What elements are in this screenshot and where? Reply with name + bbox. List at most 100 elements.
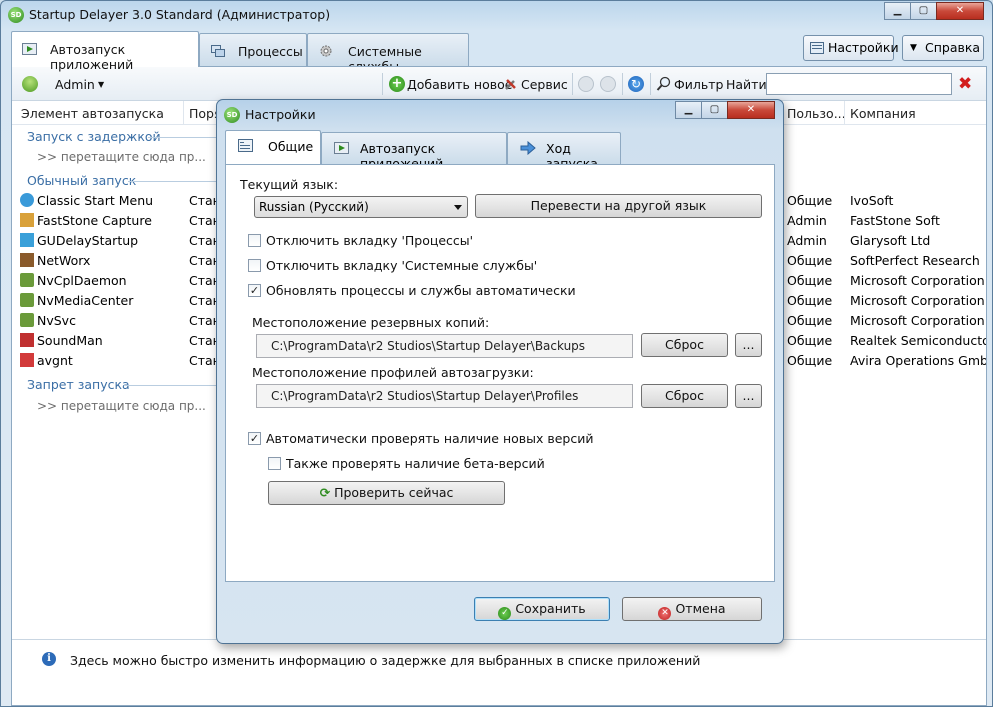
drop-hint-delayed: >> перетащите сюда пр... [37, 150, 206, 164]
info-icon: i [42, 652, 56, 666]
tab-autostart[interactable]: Автозапуск приложений [11, 31, 199, 72]
arrow-right-icon [520, 140, 536, 156]
add-icon: + [389, 76, 405, 92]
item-company: IvoSoft [850, 193, 894, 208]
language-select[interactable]: Russian (Русский) [254, 196, 468, 218]
item-company: FastStone Soft [850, 213, 940, 228]
translate-button[interactable]: Перевести на другой язык [475, 194, 762, 218]
dialog-tab-progress[interactable]: Ход запуска [507, 132, 621, 171]
profiles-path-field[interactable]: C:\ProgramData\r2 Studios\Startup Delaye… [256, 384, 633, 408]
auto-update-checkbox[interactable]: ✓ [248, 284, 261, 297]
toolbar: Admin ▼ + Добавить новое Сервис ↻ Фильтр… [12, 67, 986, 101]
gears-icon [318, 44, 334, 58]
item-user: Общие [787, 253, 833, 268]
item-user: Общие [787, 333, 833, 348]
app-icon [20, 253, 34, 267]
add-new-button[interactable]: Добавить новое [407, 77, 512, 92]
item-company: Microsoft Corporation [850, 293, 985, 308]
cancel-icon: ✕ [658, 607, 672, 620]
item-company: SoftPerfect Research [850, 253, 980, 268]
tab-processes[interactable]: Процессы [199, 33, 307, 67]
settings-button[interactable]: Настройки [803, 35, 899, 61]
check-beta-label: Также проверять наличие бета-версий [286, 456, 545, 471]
play-icon[interactable] [578, 76, 594, 92]
app-icon [20, 233, 34, 247]
check-updates-label: Автоматически проверять наличие новых ве… [266, 431, 594, 446]
col-company[interactable]: Компания [850, 106, 916, 121]
disable-services-label: Отключить вкладку 'Системные службы' [266, 258, 538, 273]
magnifier-icon [656, 76, 672, 92]
refresh-icon: ⟳ [319, 485, 331, 500]
disable-processes-label: Отключить вкладку 'Процессы' [266, 233, 474, 248]
disable-processes-checkbox[interactable] [248, 234, 261, 247]
app-logo-icon: SD [8, 7, 24, 23]
disable-services-checkbox[interactable] [248, 259, 261, 272]
profiles-browse-button[interactable]: ... [735, 384, 762, 408]
minimize-button[interactable]: ▁ [884, 2, 911, 20]
cancel-button[interactable]: ✕ Отмена [622, 597, 762, 621]
help-label: Справка [925, 40, 981, 55]
item-user: Общие [787, 313, 833, 328]
app-icon [20, 353, 34, 367]
item-company: Avira Operations GmbH [850, 353, 986, 368]
item-company: Microsoft Corporation [850, 273, 985, 288]
app-icon [20, 193, 34, 207]
check-now-label: Проверить сейчас [334, 485, 454, 500]
backup-label: Местоположение резервных копий: [252, 315, 490, 330]
item-user: Общие [787, 293, 833, 308]
status-panel: i Здесь можно быстро изменить информацию… [12, 639, 986, 705]
window-title: Startup Delayer 3.0 Standard (Администра… [29, 7, 331, 22]
dialog-maximize-button[interactable]: ▢ [701, 101, 728, 119]
user-caret-icon: ▼ [98, 80, 105, 89]
stop-icon[interactable] [600, 76, 616, 92]
service-button[interactable]: Сервис [521, 77, 568, 92]
dialog-close-button[interactable]: ✕ [727, 101, 775, 119]
item-name: NetWorx [37, 253, 91, 268]
clear-search-icon[interactable]: ✖ [958, 74, 972, 94]
check-now-button[interactable]: ⟳ Проверить сейчас [268, 481, 505, 505]
app-icon [20, 333, 34, 347]
dialog-logo-icon: SD [224, 107, 240, 123]
dialog-minimize-button[interactable]: ▁ [675, 101, 702, 119]
title-bar[interactable]: SD Startup Delayer 3.0 Standard (Админис… [1, 1, 992, 29]
backup-browse-button[interactable]: ... [735, 333, 762, 357]
item-name: FastStone Capture [37, 213, 152, 228]
user-selector[interactable]: Admin [55, 77, 95, 92]
item-name: NvSvc [37, 313, 76, 328]
refresh-icon[interactable]: ↻ [628, 76, 644, 92]
toolbar-separator [382, 73, 383, 95]
item-user: Общие [787, 273, 833, 288]
backup-path-field[interactable]: C:\ProgramData\r2 Studios\Startup Delaye… [256, 334, 633, 358]
find-input[interactable] [766, 73, 952, 95]
dialog-tab-general[interactable]: Общие [225, 130, 321, 164]
maximize-button[interactable]: ▢ [910, 2, 937, 20]
check-beta-checkbox[interactable] [268, 457, 281, 470]
profiles-reset-button[interactable]: Сброс [641, 384, 728, 408]
item-name: GUDelayStartup [37, 233, 139, 248]
save-button[interactable]: ✓ Сохранить [474, 597, 610, 621]
dropdown-arrow-icon: ▼ [910, 43, 917, 53]
tab-services[interactable]: Системные службы [307, 33, 469, 74]
app-icon [20, 213, 34, 227]
col-element[interactable]: Элемент автозапуска [21, 106, 164, 121]
dialog-title: Настройки [245, 107, 316, 122]
check-updates-checkbox[interactable]: ✓ [248, 432, 261, 445]
window-settings-icon [810, 42, 824, 54]
col-user[interactable]: Пользо... [787, 106, 846, 121]
group-delayed[interactable]: Запуск с задержкой [27, 129, 161, 144]
general-settings-panel: Текущий язык: Russian (Русский) Перевест… [225, 164, 775, 582]
toolbar-separator [622, 73, 623, 95]
close-button[interactable]: ✕ [936, 2, 984, 20]
group-normal[interactable]: Обычный запуск [27, 173, 136, 188]
item-company: Realtek Semiconductor C [850, 333, 986, 348]
filter-button[interactable]: Фильтр [674, 77, 723, 92]
item-name: avgnt [37, 353, 73, 368]
dialog-tab-autostart[interactable]: Автозапуск приложений [321, 132, 507, 171]
help-button[interactable]: ▼ Справка [902, 35, 984, 61]
profiles-label: Местоположение профилей автозагрузки: [252, 365, 534, 380]
item-company: Microsoft Corporation [850, 313, 985, 328]
item-user: Admin [787, 213, 827, 228]
user-icon [22, 76, 38, 92]
backup-reset-button[interactable]: Сброс [641, 333, 728, 357]
group-blocked[interactable]: Запрет запуска [27, 377, 130, 392]
